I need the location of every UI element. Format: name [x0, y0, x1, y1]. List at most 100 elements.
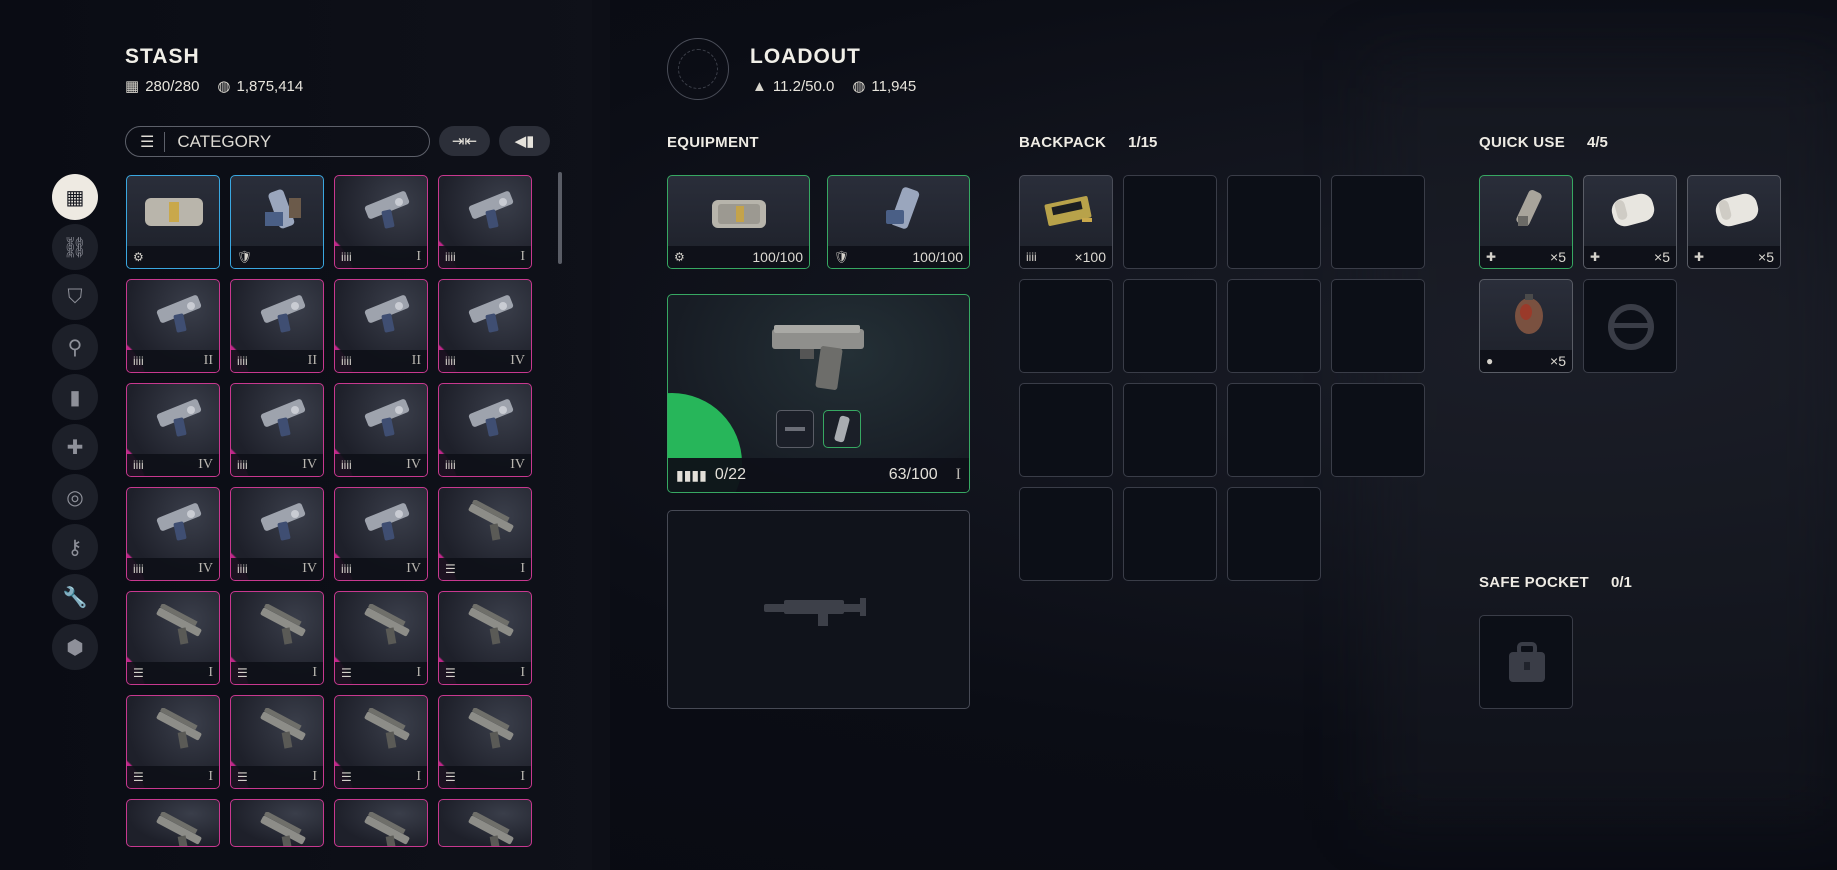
lock-case-icon	[1509, 642, 1545, 682]
attachment-slot-mag[interactable]	[823, 410, 861, 448]
secondary-weapon-slot[interactable]	[667, 510, 970, 709]
stash-item[interactable]: iiii IV	[334, 383, 428, 477]
stash-item[interactable]: 🛡	[230, 175, 324, 269]
stash-item[interactable]: ☰ I	[438, 487, 532, 581]
item-tier: I	[416, 249, 421, 264]
equipment-label: EQUIPMENT	[667, 134, 759, 151]
stash-item[interactable]: iiii IV	[126, 487, 220, 581]
stash-item[interactable]: iiii IV	[230, 383, 324, 477]
category-button[interactable]: ◎	[52, 474, 98, 520]
heal-icon: ✚	[1694, 250, 1705, 264]
backpack-slot[interactable]	[1123, 175, 1217, 269]
backpack-slot[interactable]	[1227, 279, 1321, 373]
backpack-slot[interactable]	[1227, 175, 1321, 269]
augment-durability: 100/100	[752, 249, 803, 265]
ammo-icon: iiii	[237, 458, 248, 472]
stash-item[interactable]: ☰ I	[438, 591, 532, 685]
stash-item[interactable]: ☰ I	[126, 695, 220, 789]
quickuse-item[interactable]: ✚ ×5	[1479, 175, 1573, 269]
filter-icon: ☰	[140, 133, 155, 151]
smg-placeholder-icon	[764, 598, 866, 626]
backpack-slot[interactable]	[1123, 487, 1217, 581]
stash-item[interactable]: iiii II	[126, 279, 220, 373]
stash-item[interactable]: ☰ I	[334, 695, 428, 789]
quickuse-item[interactable]: ● ×5	[1479, 279, 1573, 373]
filter-label: CATEGORY	[177, 131, 272, 151]
stash-item[interactable]: ☰ I	[230, 695, 324, 789]
filter-divider	[164, 131, 166, 152]
stash-item[interactable]: iiii IV	[230, 487, 324, 581]
collapse-icon: ⇥⇤	[451, 133, 478, 150]
quickuse-item[interactable]: ✚ ×5	[1583, 175, 1677, 269]
cube-icon: ⬢	[66, 636, 84, 659]
stash-item[interactable]: iiii I	[334, 175, 428, 269]
loadout-title: LOADOUT	[750, 45, 861, 68]
ammo-icon: iiii	[341, 458, 352, 472]
stash-item[interactable]: iiii IV	[438, 383, 532, 477]
stash-item[interactable]: iiii II	[230, 279, 324, 373]
stash-item[interactable]: iiii IV	[438, 279, 532, 373]
backpack-item-ammo[interactable]: iiii ×100	[1019, 175, 1113, 269]
category-filter[interactable]: ☰ CATEGORY	[125, 126, 430, 157]
list-ammo-icon: ☰	[445, 666, 456, 680]
stash-item[interactable]: ☰ I	[126, 591, 220, 685]
backpack-slot[interactable]	[1019, 383, 1113, 477]
attachment-slot-barrel[interactable]	[776, 410, 814, 448]
category-button[interactable]: ⛓	[52, 224, 98, 270]
quickuse-slot-empty[interactable]	[1583, 279, 1677, 373]
stash-item[interactable]: iiii II	[334, 279, 428, 373]
backpack-slot[interactable]	[1019, 279, 1113, 373]
backpack-slot[interactable]	[1331, 279, 1425, 373]
stash-item[interactable]	[126, 799, 220, 847]
loadout-weight: 11.2/50.0	[772, 77, 835, 95]
backpack-slot[interactable]	[1123, 279, 1217, 373]
loadout-stats: ▲ 11.2/50.0 ◍ 11,945	[752, 77, 916, 96]
category-button[interactable]: ▮	[52, 374, 98, 420]
item-tier: IV	[510, 353, 525, 368]
stash-item[interactable]	[334, 799, 428, 847]
item-tier: I	[416, 665, 421, 680]
collapse-button[interactable]: ⇥⇤	[439, 126, 490, 156]
category-button[interactable]: ✚	[52, 424, 98, 470]
category-button[interactable]: ⛉	[52, 274, 98, 320]
backpack-slot[interactable]	[1123, 383, 1217, 477]
weight-icon: ▲	[752, 77, 767, 95]
stash-scrollbar[interactable]	[558, 172, 562, 264]
stash-item[interactable]	[230, 799, 324, 847]
item-tier: I	[520, 561, 525, 576]
shield-icon: 🛡	[834, 250, 850, 264]
stash-item[interactable]: ☰ I	[230, 591, 324, 685]
backpack-slot[interactable]	[1331, 175, 1425, 269]
shield-slot[interactable]: 🛡 100/100	[827, 175, 970, 269]
category-button[interactable]: ⬢	[52, 624, 98, 670]
ammo-icon: ▮	[69, 386, 81, 409]
stash-item[interactable]: iiii IV	[334, 487, 428, 581]
quickuse-item[interactable]: ✚ ×5	[1687, 175, 1781, 269]
barrel-icon	[785, 427, 805, 431]
stash-item[interactable]: ☰ I	[334, 591, 428, 685]
stash-item[interactable]: iiii IV	[126, 383, 220, 477]
stash-item[interactable]: ☰ I	[438, 695, 532, 789]
category-button[interactable]: 🔧	[52, 574, 98, 620]
stash-item[interactable]: iiii I	[438, 175, 532, 269]
all-grid-icon: ▦	[65, 186, 85, 209]
safe-pocket-slot[interactable]	[1479, 615, 1573, 709]
transfer-button[interactable]: ◀▮	[499, 126, 550, 156]
weapon-tier: I	[955, 466, 961, 483]
ammo-icon: iiii	[445, 354, 456, 368]
backpack-slot[interactable]	[1227, 383, 1321, 477]
category-button[interactable]: ⚷	[52, 524, 98, 570]
stash-item[interactable]	[438, 799, 532, 847]
item-tier: I	[520, 769, 525, 784]
augment-icon: ⚙	[674, 250, 685, 264]
backpack-slot[interactable]	[1227, 487, 1321, 581]
backpack-slot[interactable]	[1019, 487, 1113, 581]
category-button[interactable]: ⚲	[52, 324, 98, 370]
backpack-slot[interactable]	[1331, 383, 1425, 477]
primary-weapon-slot[interactable]: ▮▮▮▮ 0/22 63/100 I	[667, 294, 970, 493]
category-button[interactable]: ▦	[52, 174, 98, 220]
avatar[interactable]	[667, 38, 729, 100]
backpack-header: BACKPACK 1/15	[1019, 134, 1157, 151]
stash-item[interactable]: ⚙	[126, 175, 220, 269]
augment-slot[interactable]: ⚙ 100/100	[667, 175, 810, 269]
